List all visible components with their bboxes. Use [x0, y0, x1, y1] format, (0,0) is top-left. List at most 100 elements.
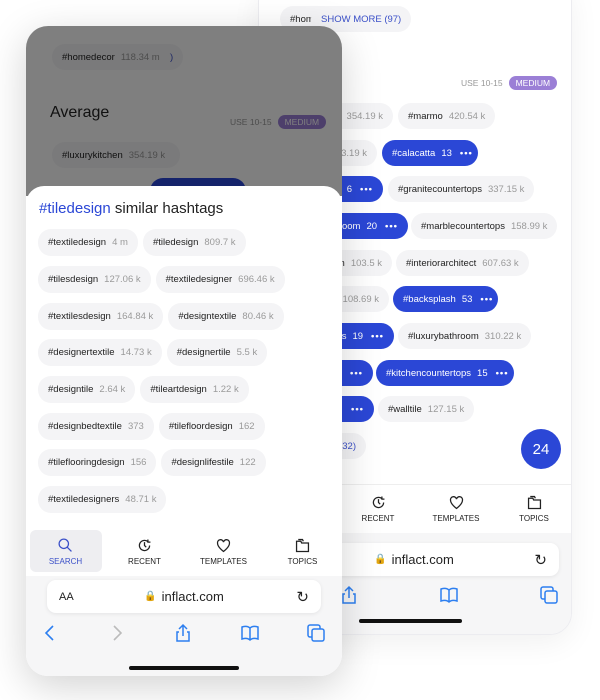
more-options-icon[interactable]: •••: [460, 148, 473, 159]
more-options-icon[interactable]: •••: [371, 331, 384, 342]
hashtag-chip[interactable]: #designertile 5.5 k: [166, 339, 268, 366]
more-options-icon[interactable]: •••: [480, 294, 493, 305]
use-range: USE 10-15 MEDIUM: [230, 115, 327, 129]
hashtag-name: #marmo: [408, 110, 443, 122]
hashtag-chip[interactable]: #textiledesigners 48.71 k: [38, 486, 167, 513]
address-bar[interactable]: AA 🔒 inflact.com ↻: [47, 580, 321, 613]
title-text: similar hashtags: [110, 200, 224, 217]
reload-icon[interactable]: ↻: [296, 588, 309, 606]
post-count: 48.71 k: [125, 494, 157, 505]
hashtag-name: #interiorarchitect: [406, 257, 477, 269]
hashtag-chip[interactable]: #interiorarchitect 607.63 k: [396, 250, 529, 276]
post-count: 420.54 k: [448, 110, 486, 122]
show-more-label: SHOW MORE (97): [321, 13, 402, 25]
hashtag-name: #tileartdesign: [150, 384, 207, 395]
hashtag-name: #kitchencountertops: [386, 367, 472, 379]
difficulty-badge: MEDIUM: [508, 76, 558, 90]
hashtag-chip[interactable]: #marmo 420.54 k: [83, 142, 181, 168]
hashtag-name: #designtile: [48, 384, 94, 395]
show-more-button[interactable]: SHOW MORE (97): [83, 44, 184, 70]
post-count: 809.7 k: [204, 237, 236, 248]
more-options-icon[interactable]: •••: [360, 184, 373, 195]
post-count: 14.73 k: [120, 347, 152, 358]
home-indicator: [129, 666, 239, 670]
post-count: 80.46 k: [242, 311, 274, 322]
hashtag-name: #marmo: [93, 149, 128, 161]
front-phone-screen: #marmo 420.54 k #luxurykitchen 354.19 k SHOW…: [26, 26, 342, 676]
hashtag-chip[interactable]: #tileartdesign 1.22 k: [140, 376, 249, 403]
hashtag-chip[interactable]: #backsplash 53 •••: [393, 286, 498, 312]
use-label: USE 10-15: [230, 117, 272, 127]
post-count: 53: [461, 293, 473, 305]
post-count: 103.5 k: [350, 257, 382, 269]
hashtag-chip[interactable]: #designtile 2.64 k: [38, 376, 136, 403]
post-count: 354.19 k: [128, 149, 166, 161]
nav-recent[interactable]: RECENT: [109, 530, 181, 572]
nav-label: TEMPLATES: [200, 556, 247, 566]
bookmarks-icon[interactable]: [439, 585, 459, 605]
more-options-icon[interactable]: •••: [385, 221, 398, 232]
browser-toolbar: [339, 585, 559, 605]
hashtag-chip[interactable]: #designbedtextile 373: [38, 413, 154, 440]
bookmarks-icon[interactable]: [240, 623, 260, 643]
post-count: 13: [441, 147, 452, 159]
heart-icon: [449, 496, 463, 510]
difficulty-badge: MEDIUM: [277, 115, 327, 129]
post-count: 5.5 k: [236, 347, 258, 358]
back-icon[interactable]: [40, 623, 60, 643]
hashtag-chip[interactable]: #walltile 127.15 k: [378, 396, 475, 422]
nav-templates[interactable]: TEMPLATES: [420, 488, 492, 530]
selected-count-button[interactable]: 24: [521, 429, 561, 469]
more-options-icon[interactable]: •••: [350, 368, 363, 379]
hashtag-chip[interactable]: #granitecountertops 337.15 k: [388, 176, 535, 202]
more-options-icon[interactable]: •••: [496, 368, 509, 379]
post-count: 162: [238, 421, 255, 432]
more-options-icon[interactable]: •••: [351, 404, 364, 415]
post-count: 156: [130, 457, 147, 468]
clock-icon: [372, 496, 384, 509]
use-label: USE 10-15: [461, 78, 503, 88]
sheet-title: #tiledesign similar hashtags: [39, 200, 223, 217]
hashtag-chip[interactable]: #luxurykitchen 354.19 k: [52, 142, 176, 168]
hashtag-name: #marblecountertops: [421, 220, 505, 232]
hashtag-chip[interactable]: #kitchencountertops 15 •••: [376, 360, 514, 386]
text-size-button[interactable]: AA: [59, 591, 74, 603]
hashtag-chip[interactable]: #textiledesigner 696.46 k: [155, 266, 285, 293]
tabs-icon[interactable]: [306, 623, 326, 643]
hashtag-chip[interactable]: #tileflooringdesign 156: [38, 449, 157, 476]
hashtag-chip[interactable]: #tilefloordesign 162: [158, 413, 265, 440]
tabs-icon[interactable]: [539, 585, 559, 605]
hashtag-chip[interactable]: #marmo 420.54 k: [398, 103, 496, 129]
hashtag-name: #homedecor: [62, 51, 115, 63]
post-count: 127.06 k: [104, 274, 141, 285]
hashtag-chip[interactable]: #marblecountertops 158.99 k: [411, 213, 558, 239]
nav-templates[interactable]: TEMPLATES: [188, 530, 260, 572]
nav-label: TOPICS: [287, 556, 318, 566]
nav-topics[interactable]: TOPICS: [267, 530, 339, 572]
hashtag-chip[interactable]: #designtextile 80.46 k: [168, 303, 284, 330]
hashtag-chip[interactable]: #designertextile 14.73 k: [38, 339, 162, 366]
url-text: inflact.com: [161, 589, 224, 604]
nav-topics[interactable]: TOPICS: [498, 488, 570, 530]
hashtag-chip[interactable]: #tiledesign 809.7 k: [142, 229, 246, 256]
hashtag-chip[interactable]: #textilesdesign 164.84 k: [38, 303, 164, 330]
hashtag-chip[interactable]: #homedecor 118.34 m: [52, 44, 170, 70]
folder-icon: [527, 495, 541, 510]
forward-icon[interactable]: [107, 623, 127, 643]
hashtag-chip[interactable]: #calacatta 13 •••: [382, 140, 478, 166]
post-count: 2.64 k: [99, 384, 126, 395]
share-icon[interactable]: [173, 623, 193, 643]
nav-recent[interactable]: RECENT: [342, 488, 414, 530]
post-count: 310.22 k: [484, 330, 522, 342]
post-count: 607.63 k: [482, 257, 519, 269]
hashtag-chip[interactable]: #designlifestile 122: [161, 449, 266, 476]
dimmed-background: #marmo 420.54 k #luxurykitchen 354.19 k SHOW…: [26, 26, 342, 196]
reload-icon[interactable]: ↻: [534, 551, 547, 569]
hashtag-chip[interactable]: #textiledesign 4 m: [38, 229, 138, 256]
share-icon[interactable]: [339, 585, 359, 605]
post-count: 6: [346, 183, 353, 195]
hashtag-name: s: [341, 330, 347, 342]
hashtag-chip[interactable]: #tilesdesign 127.06 k: [38, 266, 151, 293]
nav-search[interactable]: SEARCH: [29, 530, 102, 572]
hashtag-chip[interactable]: #luxurybathroom 310.22 k: [398, 323, 532, 349]
